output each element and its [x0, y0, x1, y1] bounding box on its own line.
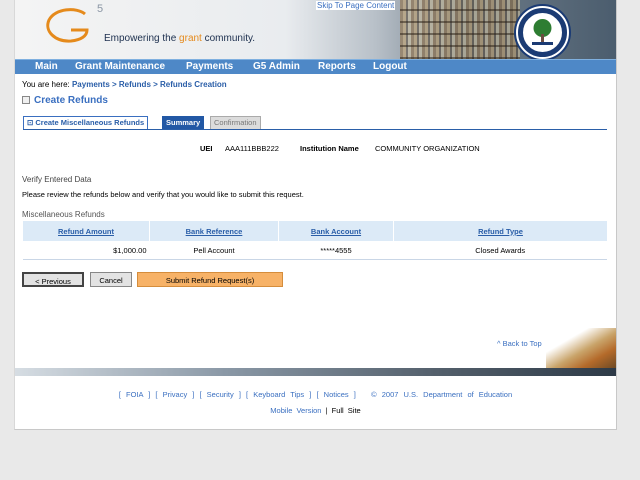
cell-refund-amount: $1,000.00	[22, 241, 150, 260]
page-title: Create Refunds	[22, 95, 108, 106]
footer-notices-link[interactable]: Notices	[324, 390, 349, 399]
g5-logo-five: 5	[97, 3, 104, 15]
mobile-version-link[interactable]: Mobile Version	[270, 406, 321, 415]
nav-g5-admin[interactable]: G5 Admin	[253, 60, 300, 74]
title-bullet-icon	[22, 96, 30, 105]
tab-create-misc-refunds[interactable]: ⊡ Create Miscellaneous Refunds	[23, 116, 149, 130]
uei-label: UEI	[200, 144, 213, 153]
full-site-label: Full Site	[331, 406, 361, 415]
page-container: 5 Empowering the grant community. Skip T…	[14, 0, 617, 430]
footer-links: [ FOIA ] [ Privacy ] [ Security ] [ Keyb…	[118, 390, 513, 399]
misc-refunds-heading: Miscellaneous Refunds	[22, 210, 105, 219]
tab-underline	[23, 129, 607, 130]
main-nav: Main Grant Maintenance Payments G5 Admin…	[15, 59, 616, 74]
refunds-table: Refund Amount Bank Reference Bank Accoun…	[22, 221, 607, 260]
footer-corner-image	[546, 328, 616, 368]
tab-confirmation[interactable]: Confirmation	[210, 116, 261, 130]
verify-heading: Verify Entered Data	[22, 175, 92, 184]
breadcrumb-payments[interactable]: Payments	[72, 80, 110, 89]
nav-main[interactable]: Main	[35, 60, 58, 74]
tab-summary[interactable]: Summary	[162, 116, 205, 130]
breadcrumb-refunds[interactable]: Refunds	[119, 80, 151, 89]
footer-foia-link[interactable]: FOIA	[126, 390, 143, 399]
nav-payments[interactable]: Payments	[186, 60, 233, 74]
nav-reports[interactable]: Reports	[318, 60, 356, 74]
col-bank-reference[interactable]: Bank Reference	[149, 221, 279, 241]
breadcrumb-refunds-creation[interactable]: Refunds Creation	[160, 80, 227, 89]
footer-copyright: © 2007 U.S. Department of Education	[371, 390, 513, 399]
col-refund-amount[interactable]: Refund Amount	[22, 221, 150, 241]
footer-keyboard-tips-link[interactable]: Keyboard Tips	[253, 390, 304, 399]
cell-refund-type: Closed Awards	[393, 241, 607, 260]
submit-refund-button[interactable]: Submit Refund Request(s)	[137, 272, 283, 287]
cell-bank-account: *****4555	[278, 241, 394, 260]
cell-bank-reference: Pell Account	[149, 241, 279, 260]
previous-button[interactable]: < Previous	[22, 272, 84, 287]
nav-grant-maintenance[interactable]: Grant Maintenance	[75, 60, 165, 74]
verify-text: Please review the refunds below and veri…	[22, 190, 304, 199]
institution-value: COMMUNITY ORGANIZATION	[375, 144, 480, 153]
skip-to-content-link[interactable]: Skip To Page Content	[316, 1, 396, 10]
nav-logout[interactable]: Logout	[373, 60, 407, 74]
tagline: Empowering the grant community.	[104, 33, 256, 44]
table-row: $1,000.00 Pell Account *****4555 Closed …	[22, 241, 607, 260]
back-to-top-link[interactable]: ^ Back to Top	[497, 339, 542, 348]
table-header-row: Refund Amount Bank Reference Bank Accoun…	[22, 221, 607, 241]
footer-security-link[interactable]: Security	[207, 390, 234, 399]
g5-logo	[46, 8, 89, 43]
col-bank-account[interactable]: Bank Account	[278, 221, 394, 241]
department-seal-icon	[514, 4, 571, 59]
footer-view-links: Mobile Version | Full Site	[270, 406, 361, 415]
cancel-button[interactable]: Cancel	[90, 272, 132, 287]
breadcrumb: You are here: Payments > Refunds > Refun…	[22, 80, 227, 89]
footer-privacy-link[interactable]: Privacy	[163, 390, 188, 399]
col-refund-type[interactable]: Refund Type	[393, 221, 607, 241]
uei-value: AAA111BBB222	[225, 144, 279, 153]
institution-label: Institution Name	[300, 144, 359, 153]
footer-bar	[15, 368, 616, 376]
